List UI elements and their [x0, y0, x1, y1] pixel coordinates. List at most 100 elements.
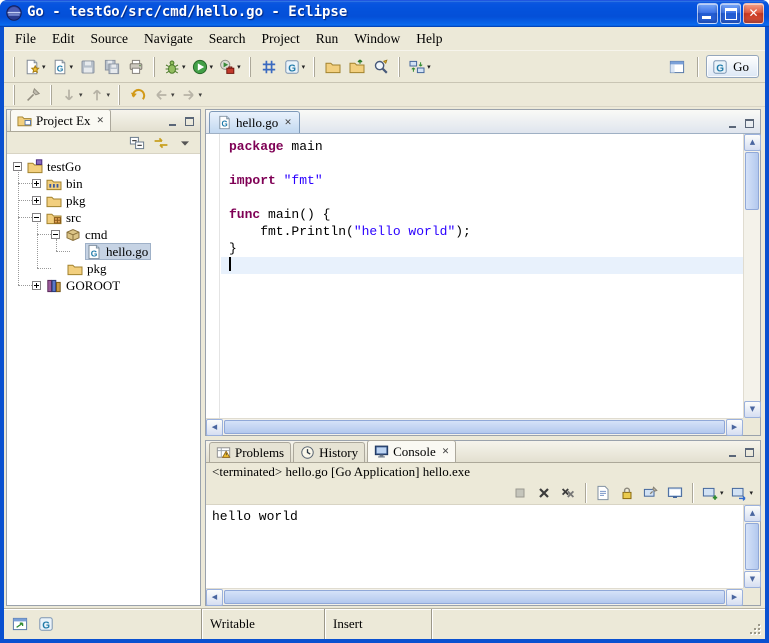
tab-history[interactable]: History — [293, 442, 365, 462]
toolbar-grip[interactable] — [313, 57, 316, 77]
tree-item-cmd[interactable]: cmd — [7, 226, 200, 243]
toolbar-grip[interactable] — [13, 57, 16, 77]
go-perspective-button[interactable]: G Go — [706, 55, 759, 78]
menu-item-help[interactable]: Help — [408, 29, 450, 49]
link-with-editor-button[interactable] — [150, 133, 172, 153]
dropdown-arrow-icon: ▾ — [749, 489, 753, 497]
console-horizontal-scrollbar[interactable]: ◀ ▶ — [206, 588, 743, 605]
expand-icon[interactable] — [32, 196, 41, 205]
display-selected-console-button[interactable]: ▾ — [728, 482, 756, 504]
minimize-button[interactable] — [697, 3, 718, 24]
open-perspective-button[interactable] — [665, 55, 689, 79]
project-explorer-tab-label: Project Ex — [36, 113, 91, 129]
maximize-view-icon[interactable] — [743, 447, 756, 458]
scroll-lock-button[interactable] — [616, 482, 638, 504]
menu-item-search[interactable]: Search — [201, 29, 254, 49]
editor-gutter[interactable] — [206, 134, 220, 418]
show-console-button[interactable] — [664, 482, 686, 504]
editor-horizontal-scrollbar[interactable]: ◀ ▶ — [206, 418, 743, 435]
toolbar-grip[interactable] — [398, 57, 401, 77]
open-resource-button[interactable] — [321, 55, 345, 79]
open-console-button[interactable]: ▾ — [699, 482, 727, 504]
last-edit-location-button[interactable] — [126, 83, 150, 107]
search-button[interactable] — [369, 55, 393, 79]
scrollbar-thumb[interactable] — [745, 523, 759, 570]
title-bar[interactable]: Go - testGo/src/cmd/hello.go - Eclipse ✕ — [0, 0, 769, 27]
menu-item-edit[interactable]: Edit — [44, 29, 83, 49]
console-vertical-scrollbar[interactable]: ▲ ▼ — [743, 505, 760, 588]
menu-item-source[interactable]: Source — [83, 29, 137, 49]
tab-problems[interactable]: Problems — [209, 442, 291, 462]
scroll-right-icon[interactable]: ▶ — [726, 419, 743, 436]
tree-item-goroot[interactable]: GOROOT — [7, 277, 200, 294]
scroll-down-icon[interactable]: ▼ — [744, 571, 761, 588]
collapse-icon[interactable] — [51, 230, 60, 239]
menu-item-navigate[interactable]: Navigate — [136, 29, 201, 49]
open-type-button[interactable] — [345, 55, 369, 79]
expand-icon[interactable] — [32, 179, 41, 188]
menu-item-project[interactable]: Project — [253, 29, 307, 49]
maximize-view-icon[interactable] — [743, 118, 756, 129]
minimize-view-icon[interactable] — [726, 118, 739, 129]
scroll-left-icon[interactable]: ◀ — [206, 419, 223, 436]
code-area[interactable]: package mainimport "fmt"func main() { fm… — [221, 134, 743, 418]
external-tools-button[interactable]: ▾ — [216, 55, 244, 79]
scroll-right-icon[interactable]: ▶ — [726, 589, 743, 606]
minimize-view-icon[interactable] — [726, 447, 739, 458]
debug-button[interactable]: ▾ — [161, 55, 189, 79]
maximize-view-icon[interactable] — [183, 116, 196, 127]
editor-tab-hello-go[interactable]: G hello.go ✕ — [209, 111, 300, 133]
menu-item-file[interactable]: File — [7, 29, 44, 49]
pin-console-button[interactable] — [640, 482, 662, 504]
team-sync-button[interactable]: ▾ — [406, 55, 434, 79]
new-go-program-button[interactable] — [257, 55, 281, 79]
toolbar-grip[interactable] — [153, 57, 156, 77]
collapse-all-button[interactable] — [126, 133, 148, 153]
menu-item-window[interactable]: Window — [346, 29, 408, 49]
scroll-left-icon[interactable]: ◀ — [206, 589, 223, 606]
tab-console[interactable]: Console✕ — [367, 440, 456, 462]
toolbar-grip[interactable] — [118, 85, 121, 105]
new-button[interactable]: ▾ — [21, 55, 49, 79]
go-shortcut-button[interactable]: G — [34, 612, 58, 636]
tree-item-hello-go[interactable]: Ghello.go — [7, 243, 200, 260]
toolbar-grip[interactable] — [13, 85, 16, 105]
menu-item-run[interactable]: Run — [308, 29, 347, 49]
print-button[interactable] — [124, 55, 148, 79]
scroll-down-icon[interactable]: ▼ — [744, 401, 761, 418]
close-button[interactable]: ✕ — [743, 3, 764, 24]
scrollbar-thumb[interactable] — [224, 590, 725, 604]
collapse-icon[interactable] — [32, 213, 41, 222]
resize-grip[interactable] — [749, 609, 765, 639]
tree-item-testgo[interactable]: testGo — [7, 158, 200, 175]
tree-item-bin[interactable]: bin — [7, 175, 200, 192]
close-view-icon[interactable]: ✕ — [442, 447, 450, 457]
project-explorer-tab[interactable]: Project Ex ✕ — [10, 109, 111, 131]
expand-icon[interactable] — [32, 281, 41, 290]
scroll-up-icon[interactable]: ▲ — [744, 134, 761, 151]
collapse-icon[interactable] — [13, 162, 22, 171]
open-folder-icon — [325, 59, 341, 75]
maximize-button[interactable] — [720, 3, 741, 24]
close-view-icon[interactable]: ✕ — [97, 116, 105, 126]
toolbar-grip[interactable] — [50, 85, 53, 105]
console-output-area[interactable]: hello world ▲ ▼ ◀ ▶ — [206, 505, 760, 605]
toolbar-grip[interactable] — [249, 57, 252, 77]
clear-console-button[interactable] — [592, 482, 614, 504]
view-menu-button[interactable] — [174, 133, 196, 153]
tree-item-src[interactable]: src — [7, 209, 200, 226]
scrollbar-thumb[interactable] — [224, 420, 725, 434]
run-button[interactable]: ▾ — [189, 55, 217, 79]
scroll-up-icon[interactable]: ▲ — [744, 505, 761, 522]
tree-item-pkg[interactable]: pkg — [7, 260, 200, 277]
remove-launch-button[interactable] — [533, 482, 555, 504]
go-tools-button[interactable]: G▾ — [281, 55, 309, 79]
scrollbar-thumb[interactable] — [745, 152, 759, 210]
remove-all-launches-button[interactable] — [557, 482, 579, 504]
new-go-file-button[interactable]: G▾ — [49, 55, 77, 79]
fast-view-button[interactable] — [8, 612, 32, 636]
minimize-view-icon[interactable] — [166, 116, 179, 127]
editor-vertical-scrollbar[interactable]: ▲ ▼ — [743, 134, 760, 418]
tree-item-pkg[interactable]: pkg — [7, 192, 200, 209]
close-editor-icon[interactable]: ✕ — [284, 118, 292, 128]
